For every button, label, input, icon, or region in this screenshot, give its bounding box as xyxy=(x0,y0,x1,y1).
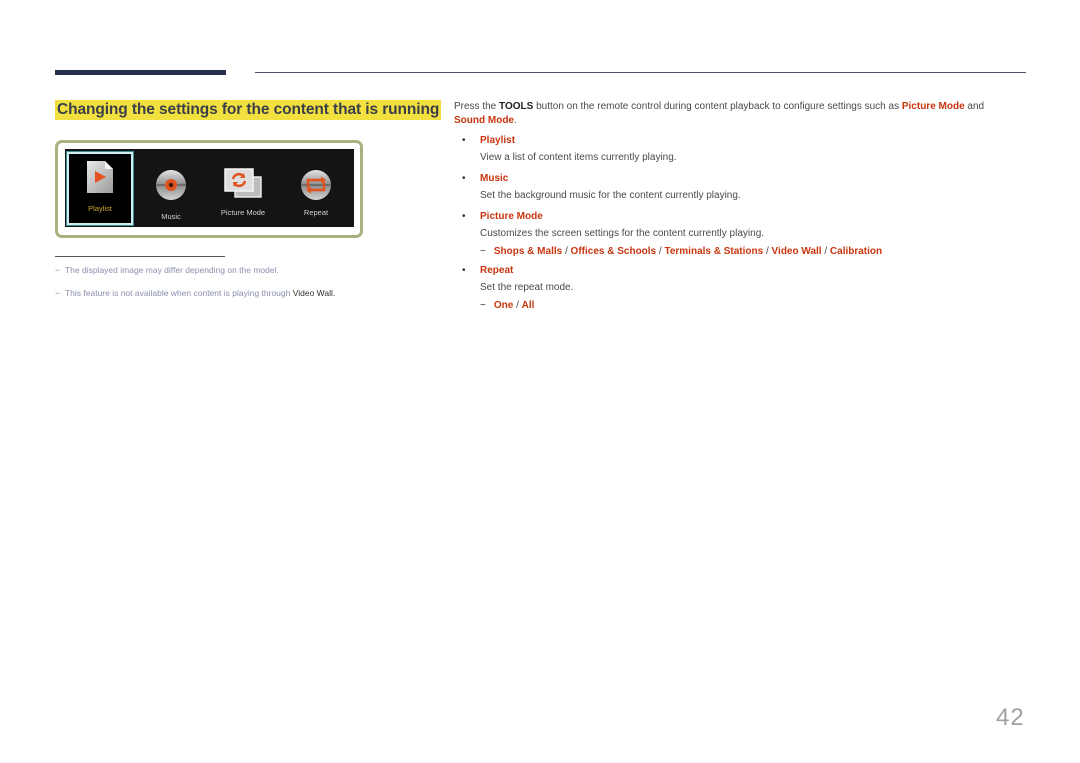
separator: / xyxy=(763,246,772,257)
picture-mode-icon xyxy=(223,167,263,204)
intro-text: Press the xyxy=(454,101,500,112)
footnote-1: − The displayed image may differ dependin… xyxy=(55,265,279,275)
footnote-end: . xyxy=(332,288,336,298)
dash: − xyxy=(55,288,60,298)
menu-item-repeat[interactable]: Repeat xyxy=(282,149,350,227)
option-calibration: Calibration xyxy=(829,246,883,257)
option-all: All xyxy=(521,300,535,311)
footnote-text: The displayed image may differ depending… xyxy=(64,265,279,275)
menu-item-playlist[interactable]: Playlist xyxy=(67,152,133,225)
menu-item-label: Picture Mode xyxy=(220,208,266,217)
item-description: Set the background music for the content… xyxy=(480,190,741,201)
menu-item-label: Repeat xyxy=(303,208,329,217)
header-bar-thick xyxy=(55,70,226,75)
page-number: 42 xyxy=(996,704,1025,731)
picture-mode-options: − Shops & Malls / Offices & Schools / Ter… xyxy=(480,245,882,259)
intro-line-1: Press the TOOLS button on the remote con… xyxy=(454,100,984,114)
intro-line-2: Sound Mode. xyxy=(454,114,517,128)
repeat-options: − One / All xyxy=(480,299,534,313)
option-shops-malls: Shops & Malls xyxy=(493,246,563,257)
playlist-file-play-icon xyxy=(85,160,115,199)
sound-mode-link: Sound Mode xyxy=(454,115,514,126)
section-title: Changing the settings for the content th… xyxy=(55,100,442,120)
footnote-emphasis: Video Wall xyxy=(292,288,333,298)
music-disc-icon xyxy=(155,169,187,206)
item-description: View a list of content items currently p… xyxy=(480,152,677,163)
header-rule xyxy=(255,72,1026,73)
menu-item-music[interactable]: Music xyxy=(137,149,205,227)
menu-item-picture-mode[interactable]: Picture Mode xyxy=(209,149,277,227)
footnote-text: This feature is not available when conte… xyxy=(64,288,293,298)
repeat-icon xyxy=(300,169,332,206)
dash: − xyxy=(55,265,60,275)
footnote-rule xyxy=(55,256,225,257)
intro-text: button on the remote control during cont… xyxy=(533,101,902,112)
bullet: • xyxy=(462,173,466,184)
tools-button-name: TOOLS xyxy=(499,101,534,112)
option-terminals-stations: Terminals & Stations xyxy=(664,246,764,257)
footnote-2: − This feature is not available when cont… xyxy=(55,288,335,298)
item-description: Set the repeat mode. xyxy=(480,282,574,293)
tools-menu-screen: Playlist Music Picture Mode Repeat xyxy=(65,149,354,227)
item-title: Music xyxy=(480,173,509,184)
picture-mode-link: Picture Mode xyxy=(901,101,965,112)
separator: / xyxy=(821,246,830,257)
option-one: One xyxy=(493,300,514,311)
item-description: Customizes the screen settings for the c… xyxy=(480,228,765,239)
bullet: • xyxy=(462,265,466,276)
item-title: Repeat xyxy=(480,265,514,276)
screen-illustration: Playlist Music Picture Mode Repeat xyxy=(55,140,363,238)
option-video-wall: Video Wall xyxy=(771,246,822,257)
dash: − xyxy=(480,246,486,257)
item-title: Playlist xyxy=(480,135,516,146)
intro-text: . xyxy=(514,115,517,126)
option-offices-schools: Offices & Schools xyxy=(570,246,657,257)
intro-text: and xyxy=(964,101,985,112)
separator: / xyxy=(562,246,571,257)
bullet: • xyxy=(462,211,466,222)
separator: / xyxy=(513,300,522,311)
menu-item-label: Playlist xyxy=(88,204,112,213)
menu-item-label: Music xyxy=(161,212,181,221)
item-title: Picture Mode xyxy=(480,211,543,222)
dash: − xyxy=(480,300,486,311)
bullet: • xyxy=(462,135,466,146)
